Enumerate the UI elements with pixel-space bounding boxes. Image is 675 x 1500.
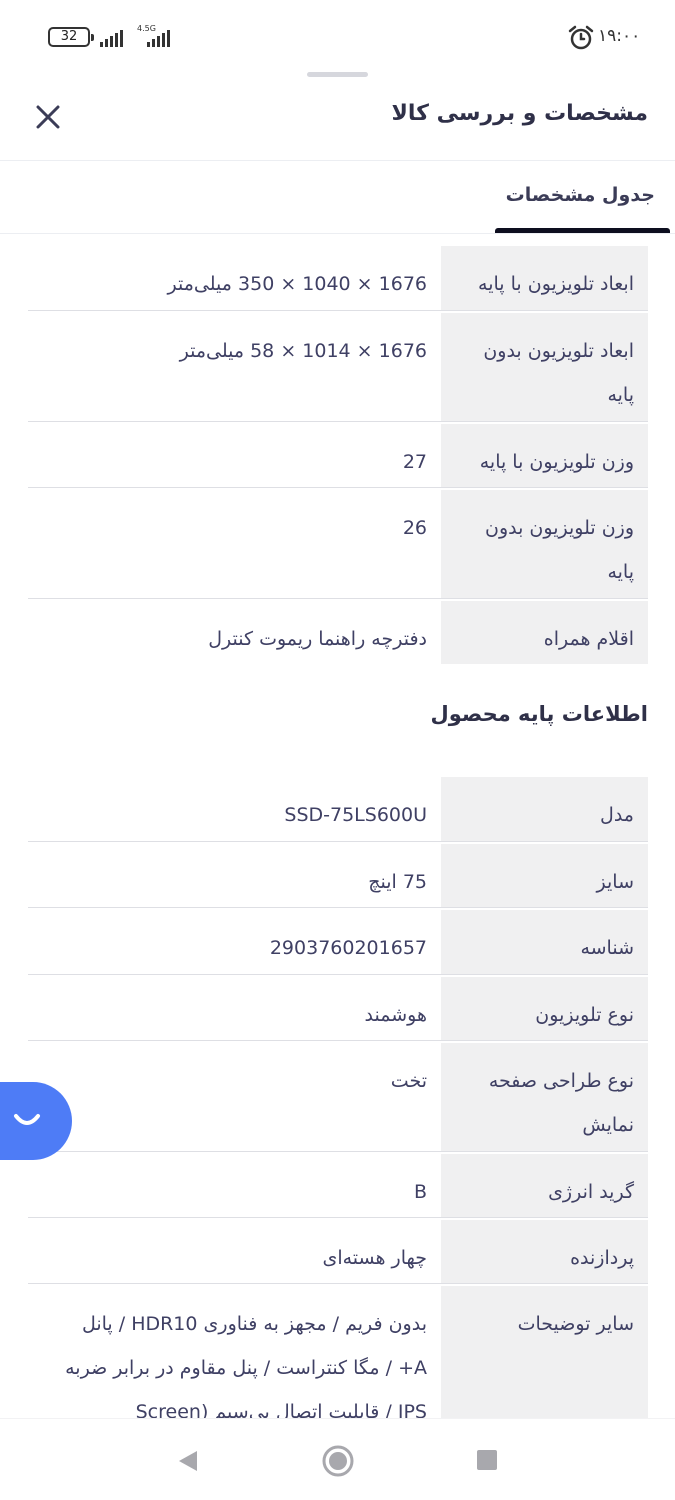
close-icon[interactable]: [34, 103, 62, 131]
spec-label: نوع تلویزیون: [441, 977, 648, 1040]
sheet-title: مشخصات و بررسی کالا: [391, 101, 648, 126]
spec-value: B: [413, 1181, 427, 1203]
spec-row: نوع تلویزیون هوشمند: [28, 977, 648, 1040]
row-divider: [28, 907, 648, 908]
spec-value: 1676 × 1040 × 350 میلی‌متر: [167, 273, 427, 295]
row-divider: [28, 598, 648, 599]
row-divider: [28, 421, 648, 422]
spec-row: وزن تلویزیون بدون پایه 26: [28, 490, 648, 598]
row-divider: [28, 1040, 648, 1041]
spec-value: 75 اینچ: [368, 871, 427, 893]
spec-label: ابعاد تلویزیون با پایه: [441, 246, 648, 310]
spec-row: نوع طراحی صفحه نمایش تخت: [28, 1043, 648, 1151]
spec-row: سایز 75 اینچ: [28, 844, 648, 907]
divider: [0, 233, 675, 234]
row-divider: [28, 841, 648, 842]
spec-label: مدل: [441, 777, 648, 841]
spec-row: ابعاد تلویزیون با پایه 1676 × 1040 × 350…: [28, 246, 648, 310]
chat-smile-icon: [14, 1114, 40, 1125]
spec-value: 1676 × 1014 × 58 میلی‌متر: [179, 340, 427, 362]
row-divider: [28, 310, 648, 311]
nav-back-icon[interactable]: [177, 1449, 199, 1473]
spec-value: تخت: [390, 1070, 427, 1092]
alarm-icon: [568, 25, 594, 50]
tab-spec-table[interactable]: جدول مشخصات: [495, 162, 670, 234]
nav-home-icon[interactable]: [322, 1445, 354, 1477]
battery-indicator: 32: [48, 27, 94, 47]
spec-label: وزن تلویزیون بدون پایه: [441, 490, 648, 598]
spec-label: ابعاد تلویزیون بدون پایه: [441, 313, 648, 421]
spec-row: مدل SSD-75LS600U: [28, 777, 648, 841]
nav-recent-icon[interactable]: [477, 1450, 497, 1470]
spec-label: پردازنده: [441, 1220, 648, 1283]
signal-strength-icon: [100, 28, 123, 47]
spec-value: 2903760201657: [269, 937, 427, 959]
system-nav-bar: [0, 1418, 675, 1500]
spec-label: نوع طراحی صفحه نمایش: [441, 1043, 648, 1151]
tab-label: جدول مشخصات: [505, 184, 655, 206]
row-divider: [28, 1151, 648, 1152]
spec-label: شناسه: [441, 910, 648, 974]
spec-value: چهار هسته‌ای: [322, 1247, 427, 1269]
spec-value: SSD-75LS600U: [284, 804, 427, 826]
spec-row: پردازنده چهار هسته‌ای: [28, 1220, 648, 1283]
signal-strength-icon-2: [147, 28, 170, 47]
section-title: اطلاعات پایه محصول: [430, 702, 649, 726]
spec-value: هوشمند: [364, 1004, 427, 1026]
spec-label: گرید انرژی: [441, 1154, 648, 1217]
divider: [0, 160, 675, 161]
spec-row: وزن تلویزیون با پایه 27: [28, 424, 648, 487]
spec-label: سایر توضیحات: [441, 1286, 648, 1418]
drag-handle[interactable]: [307, 72, 368, 77]
spec-row: شناسه 2903760201657: [28, 910, 648, 974]
row-divider: [28, 487, 648, 488]
spec-row: ابعاد تلویزیون بدون پایه 1676 × 1014 × 58…: [28, 313, 648, 421]
clock: ۱۹:۰۰: [598, 26, 641, 46]
spec-label: اقلام همراه: [441, 601, 648, 664]
spec-row: اقلام همراه دفترچه راهنما ریموت کنترل: [28, 601, 648, 664]
row-divider: [28, 974, 648, 975]
spec-value: 27: [402, 451, 427, 473]
spec-value: 26: [402, 517, 427, 539]
row-divider: [28, 1217, 648, 1218]
spec-value: دفترچه راهنما ریموت کنترل: [208, 628, 427, 650]
status-bar: 32 4.5G ۱۹:۰۰: [0, 0, 675, 58]
spec-label: وزن تلویزیون با پایه: [441, 424, 648, 487]
spec-row: سایر توضیحات بدون فریم / مجهز به فناوری …: [28, 1286, 648, 1423]
spec-row: گرید انرژی B: [28, 1154, 648, 1217]
spec-label: سایز: [441, 844, 648, 907]
spec-value: بدون فریم / مجهز به فناوری HDR10 / پانل A…: [65, 1313, 427, 1423]
row-divider: [28, 1283, 648, 1284]
